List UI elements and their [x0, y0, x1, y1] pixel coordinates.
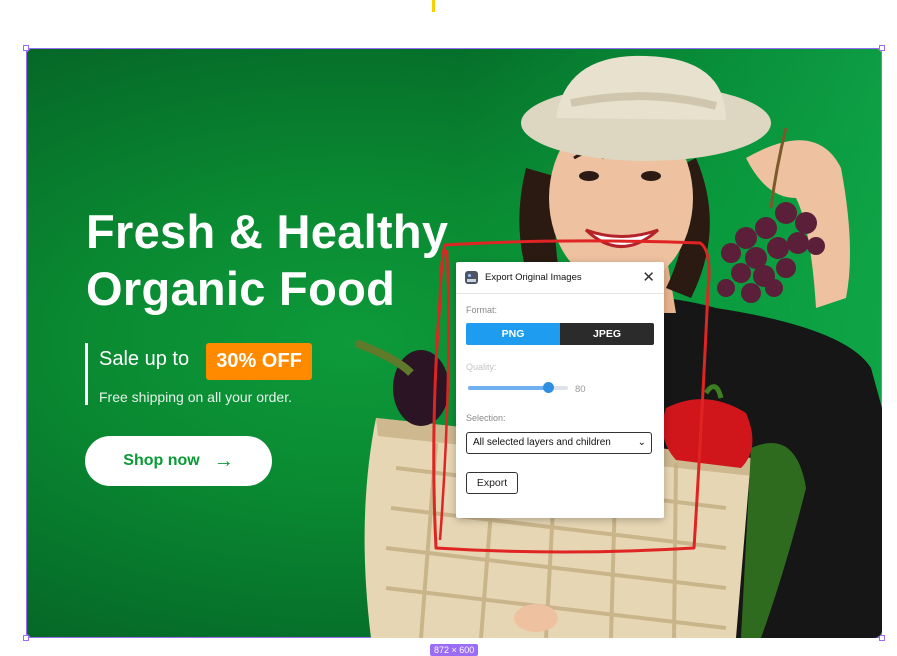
close-icon[interactable]: ✕: [642, 270, 655, 285]
top-guide-marker: [432, 0, 435, 12]
quality-value: 80: [575, 384, 586, 395]
export-button[interactable]: Export: [466, 472, 518, 494]
format-png-button[interactable]: PNG: [466, 323, 560, 345]
selection-label: Selection:: [466, 413, 506, 423]
quality-label: Quality:: [466, 362, 497, 372]
shipping-text: Free shipping on all your order.: [99, 389, 292, 405]
format-label: Format:: [466, 305, 498, 315]
sale-text: Sale up to: [99, 348, 190, 370]
woman-with-basket-illustration: [354, 55, 882, 638]
shop-now-label: Shop now: [123, 452, 200, 469]
shop-now-button[interactable]: Shop now →: [85, 436, 272, 486]
dialog-header: Export Original Images ✕: [456, 262, 664, 294]
format-jpeg-button[interactable]: JPEG: [560, 323, 654, 345]
headline-line-2: Organic Food: [86, 262, 396, 315]
quality-slider-thumb[interactable]: [543, 382, 554, 393]
dialog-title: Export Original Images: [485, 272, 582, 283]
frame-size-label: 872 × 600: [430, 644, 479, 656]
selection-value: All selected layers and children: [473, 437, 611, 448]
arrow-right-icon: →: [213, 449, 234, 472]
chevron-down-icon: ⌄: [637, 437, 646, 448]
export-dialog: Export Original Images ✕ Format: PNG JPE…: [456, 262, 664, 518]
sale-badge: 30% OFF: [206, 343, 312, 380]
headline-line-1: Fresh & Healthy: [86, 205, 449, 258]
accent-bar: [85, 343, 88, 405]
quality-slider-fill: [468, 386, 548, 390]
banner-frame[interactable]: Fresh & Healthy Organic Food Sale up to …: [26, 48, 882, 638]
image-export-icon: [465, 271, 478, 284]
selection-dropdown[interactable]: All selected layers and children ⌄: [466, 432, 652, 454]
hero-headline: Fresh & Healthy Organic Food: [86, 203, 506, 317]
quality-slider[interactable]: [468, 382, 568, 393]
format-toggle: PNG JPEG: [466, 323, 654, 345]
